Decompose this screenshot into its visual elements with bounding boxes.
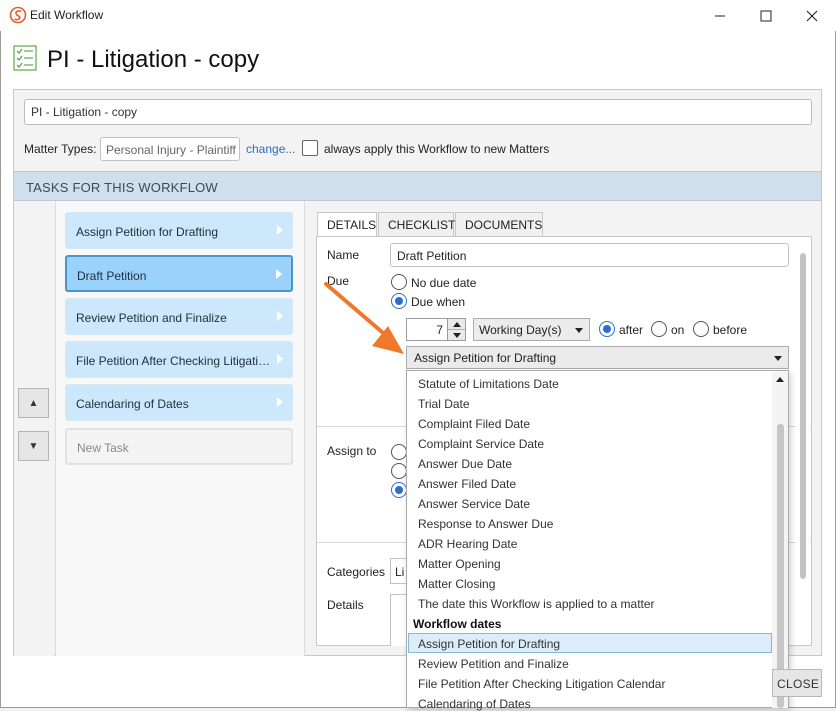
reorder-strip xyxy=(14,201,54,656)
due-unit-select[interactable]: Working Day(s) xyxy=(473,318,590,341)
triangle-up-icon: ▲ xyxy=(28,397,39,409)
chevron-right-icon xyxy=(277,225,283,235)
move-up-button[interactable]: ▲ xyxy=(18,388,49,418)
triangle-down-icon: ▼ xyxy=(28,440,39,452)
task-item[interactable]: Calendaring of Dates xyxy=(65,384,293,421)
reference-date-dropdown: Statute of Limitations Date Trial Date C… xyxy=(406,370,789,711)
maximize-button[interactable] xyxy=(743,0,789,31)
before-radio[interactable] xyxy=(693,321,709,337)
assign-option-radio[interactable] xyxy=(391,463,407,479)
task-label: Calendaring of Dates xyxy=(76,397,189,411)
dropdown-option[interactable]: Complaint Service Date xyxy=(418,437,544,451)
chevron-right-icon xyxy=(277,311,283,321)
minimize-button[interactable] xyxy=(697,0,743,31)
task-item[interactable]: Review Petition and Finalize xyxy=(65,298,293,335)
scrollbar-thumb[interactable] xyxy=(777,424,784,708)
window-title: Edit Workflow xyxy=(30,8,104,22)
window-close-button[interactable] xyxy=(789,0,835,31)
details-scrollbar[interactable] xyxy=(795,237,810,645)
chevron-down-icon xyxy=(774,356,782,361)
minimize-icon xyxy=(715,15,725,16)
app-logo-icon xyxy=(9,6,27,24)
scroll-up-icon[interactable] xyxy=(776,377,784,382)
close-button[interactable]: CLOSE xyxy=(772,669,822,697)
before-label: before xyxy=(713,323,748,337)
dropdown-option-highlighted[interactable]: Assign Petition for Drafting xyxy=(408,633,772,653)
task-label: Assign Petition for Drafting xyxy=(76,225,219,239)
dropdown-option[interactable]: Response to Answer Due xyxy=(418,517,553,531)
assign-option-radio[interactable] xyxy=(391,444,407,460)
chevron-right-icon xyxy=(277,354,283,364)
on-label: on xyxy=(671,323,685,337)
matter-types-label: Matter Types: xyxy=(24,142,97,156)
task-label: Review Petition and Finalize xyxy=(76,311,227,325)
assign-option-radio-selected[interactable] xyxy=(391,482,407,498)
dropdown-option[interactable]: Statute of Limitations Date xyxy=(418,377,559,391)
dropdown-option[interactable]: Answer Service Date xyxy=(418,497,530,511)
matter-types-field[interactable]: Personal Injury - Plaintiff xyxy=(100,137,240,161)
title-bar: Edit Workflow xyxy=(0,0,836,31)
assign-to-label: Assign to xyxy=(327,444,377,458)
reference-date-select[interactable]: Assign Petition for Drafting xyxy=(406,346,789,369)
categories-label: Categories xyxy=(327,565,386,579)
dropdown-scrollbar[interactable] xyxy=(772,372,788,708)
scrollbar-thumb[interactable] xyxy=(800,253,806,579)
tab-details[interactable]: DETAILS xyxy=(317,212,377,236)
task-item[interactable]: Assign Petition for Drafting xyxy=(65,212,293,249)
move-down-button[interactable]: ▼ xyxy=(18,431,49,461)
after-radio[interactable] xyxy=(599,321,615,337)
after-label: after xyxy=(619,323,644,337)
workflow-name-input[interactable]: PI - Litigation - copy xyxy=(24,99,812,125)
dropdown-option[interactable]: Complaint Filed Date xyxy=(418,417,530,431)
chevron-right-icon xyxy=(276,269,282,279)
always-apply-checkbox[interactable] xyxy=(302,140,318,156)
dropdown-option[interactable]: Matter Closing xyxy=(418,577,495,591)
tab-checklist[interactable]: CHECKLIST xyxy=(378,212,455,236)
caret-up-icon xyxy=(452,321,461,327)
page-title: PI - Litigation - copy xyxy=(47,46,260,73)
name-label: Name xyxy=(327,248,360,262)
dropdown-option[interactable]: Trial Date xyxy=(418,397,470,411)
dropdown-option[interactable]: Answer Filed Date xyxy=(418,477,516,491)
task-item-selected[interactable]: Draft Petition xyxy=(65,255,293,292)
close-icon xyxy=(806,10,818,21)
task-label: Draft Petition xyxy=(77,269,147,283)
caret-down-icon xyxy=(452,333,461,338)
details-label: Details xyxy=(327,598,364,612)
tab-documents[interactable]: DOCUMENTS xyxy=(455,212,543,236)
task-item[interactable]: File Petition After Checking Litigation … xyxy=(65,341,293,378)
task-name-input[interactable]: Draft Petition xyxy=(390,243,789,267)
increment-button[interactable] xyxy=(448,319,465,330)
chevron-right-icon xyxy=(277,397,283,407)
due-unit-value: Working Day(s) xyxy=(479,323,562,337)
decrement-button[interactable] xyxy=(448,330,465,341)
due-amount-stepper[interactable] xyxy=(448,318,466,341)
always-apply-label: always apply this Workflow to new Matter… xyxy=(324,142,550,156)
reference-date-value: Assign Petition for Drafting xyxy=(414,351,557,365)
task-label: File Petition After Checking Litigation … xyxy=(76,354,276,368)
dropdown-option[interactable]: File Petition After Checking Litigation … xyxy=(418,677,665,691)
change-matter-types-link[interactable]: change... xyxy=(246,142,295,156)
dropdown-option[interactable]: Matter Opening xyxy=(418,557,501,571)
dropdown-option[interactable]: Review Petition and Finalize xyxy=(418,657,569,671)
dropdown-option[interactable]: Answer Due Date xyxy=(418,457,512,471)
dropdown-group-header: Workflow dates xyxy=(413,617,502,631)
tasks-section-header: TASKS FOR THIS WORKFLOW xyxy=(14,171,821,201)
dropdown-option[interactable]: ADR Hearing Date xyxy=(418,537,517,551)
new-task-input[interactable]: New Task xyxy=(65,428,293,465)
chevron-down-icon xyxy=(575,328,583,333)
maximize-icon xyxy=(760,10,772,21)
dropdown-option[interactable]: The date this Workflow is applied to a m… xyxy=(418,597,655,611)
dropdown-option[interactable]: Calendaring of Dates xyxy=(418,697,531,711)
on-radio[interactable] xyxy=(651,321,667,337)
checklist-icon xyxy=(13,45,37,71)
annotation-arrow-icon xyxy=(320,280,430,360)
